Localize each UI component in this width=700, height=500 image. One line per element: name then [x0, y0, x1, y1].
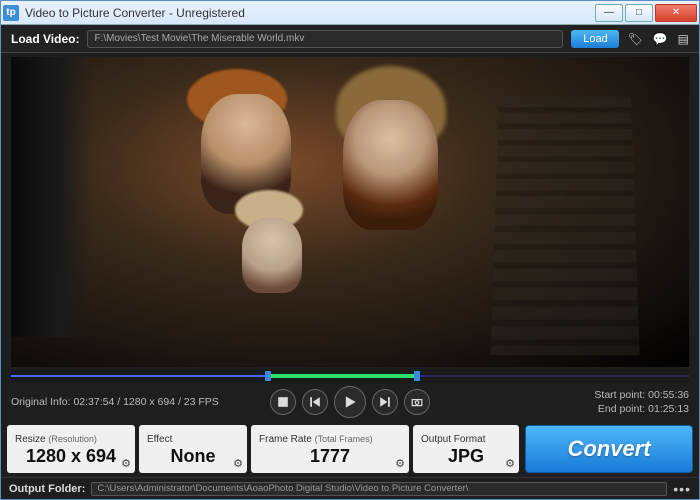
end-point-label: End point: [598, 403, 645, 415]
effect-gear-icon[interactable]: ⚙ [233, 457, 243, 470]
video-path-field[interactable]: F:\Movies\Test Movie\The Miserable World… [87, 30, 563, 48]
effect-box[interactable]: Effect None ⚙ [139, 425, 247, 473]
resize-gear-icon[interactable]: ⚙ [121, 457, 131, 470]
output-format-gear-icon[interactable]: ⚙ [505, 457, 515, 470]
load-button[interactable]: Load [571, 30, 619, 48]
tag-icon[interactable]: 🏷 [627, 32, 642, 46]
app-icon: tp [3, 5, 19, 21]
convert-button[interactable]: Convert [525, 425, 693, 473]
app-window: tp Video to Picture Converter - Unregist… [0, 0, 700, 500]
top-icons: 🏷 💬 ▤ [627, 32, 689, 46]
output-format-box[interactable]: Output Format JPG ⚙ [413, 425, 519, 473]
scene-figure-3 [242, 218, 302, 293]
minimize-button[interactable]: — [595, 4, 623, 22]
browse-output-button[interactable]: ••• [673, 481, 691, 497]
load-label: Load Video: [11, 32, 79, 46]
scene-staircase [490, 97, 639, 355]
output-row: Output Folder: C:\Users\Administrator\Do… [1, 477, 699, 499]
start-point-label: Start point: [594, 389, 645, 401]
play-button[interactable] [334, 386, 366, 418]
original-info-value: 02:37:54 / 1280 x 694 / 23 FPS [73, 396, 218, 408]
list-icon[interactable]: ▤ [678, 32, 689, 46]
framerate-value: 1777 [259, 445, 401, 467]
original-info: Original Info: 02:37:54 / 1280 x 694 / 2… [11, 396, 270, 408]
titlebar: tp Video to Picture Converter - Unregist… [1, 1, 699, 25]
output-format-label: Output Format [421, 434, 485, 445]
resize-sublabel: (Resolution) [48, 434, 97, 444]
timeline-selection[interactable] [269, 374, 418, 378]
video-frame [11, 57, 689, 367]
controls-row: Original Info: 02:37:54 / 1280 x 694 / 2… [1, 383, 699, 421]
timeline[interactable] [11, 369, 689, 383]
framerate-gear-icon[interactable]: ⚙ [395, 457, 405, 470]
effect-value: None [147, 445, 239, 467]
window-title: Video to Picture Converter - Unregistere… [25, 6, 595, 20]
selection-handle-start[interactable] [265, 371, 271, 381]
maximize-button[interactable]: □ [625, 4, 653, 22]
end-point-value: 01:25:13 [648, 403, 689, 415]
resize-value: 1280 x 694 [15, 445, 127, 467]
original-info-label: Original Info: [11, 396, 71, 408]
framerate-sublabel: (Total Frames) [315, 434, 373, 444]
selection-handle-end[interactable] [414, 371, 420, 381]
playback-controls [270, 386, 430, 418]
close-button[interactable]: ✕ [655, 4, 697, 22]
scene-figure-left [11, 57, 91, 337]
output-folder-label: Output Folder: [9, 483, 85, 495]
framerate-box[interactable]: Frame Rate (Total Frames) 1777 ⚙ [251, 425, 409, 473]
prev-frame-button[interactable] [302, 389, 328, 415]
start-point-value: 00:55:36 [648, 389, 689, 401]
resize-box[interactable]: Resize (Resolution) 1280 x 694 ⚙ [7, 425, 135, 473]
resize-label: Resize [15, 434, 46, 445]
comment-icon[interactable]: 💬 [653, 32, 668, 46]
stop-button[interactable] [270, 389, 296, 415]
snapshot-button[interactable] [404, 389, 430, 415]
scene-figure-2 [343, 100, 438, 230]
framerate-label: Frame Rate [259, 434, 312, 445]
timeline-progress [11, 375, 269, 377]
video-preview[interactable] [11, 57, 689, 367]
window-controls: — □ ✕ [595, 4, 697, 22]
params-row: Resize (Resolution) 1280 x 694 ⚙ Effect … [1, 421, 699, 477]
output-folder-path[interactable]: C:\Users\Administrator\Documents\AoaoPho… [91, 482, 667, 496]
load-bar: Load Video: F:\Movies\Test Movie\The Mis… [1, 25, 699, 53]
range-points: Start point: 00:55:36 End point: 01:25:1… [430, 388, 689, 416]
output-format-value: JPG [421, 445, 511, 467]
effect-label: Effect [147, 434, 172, 445]
next-frame-button[interactable] [372, 389, 398, 415]
